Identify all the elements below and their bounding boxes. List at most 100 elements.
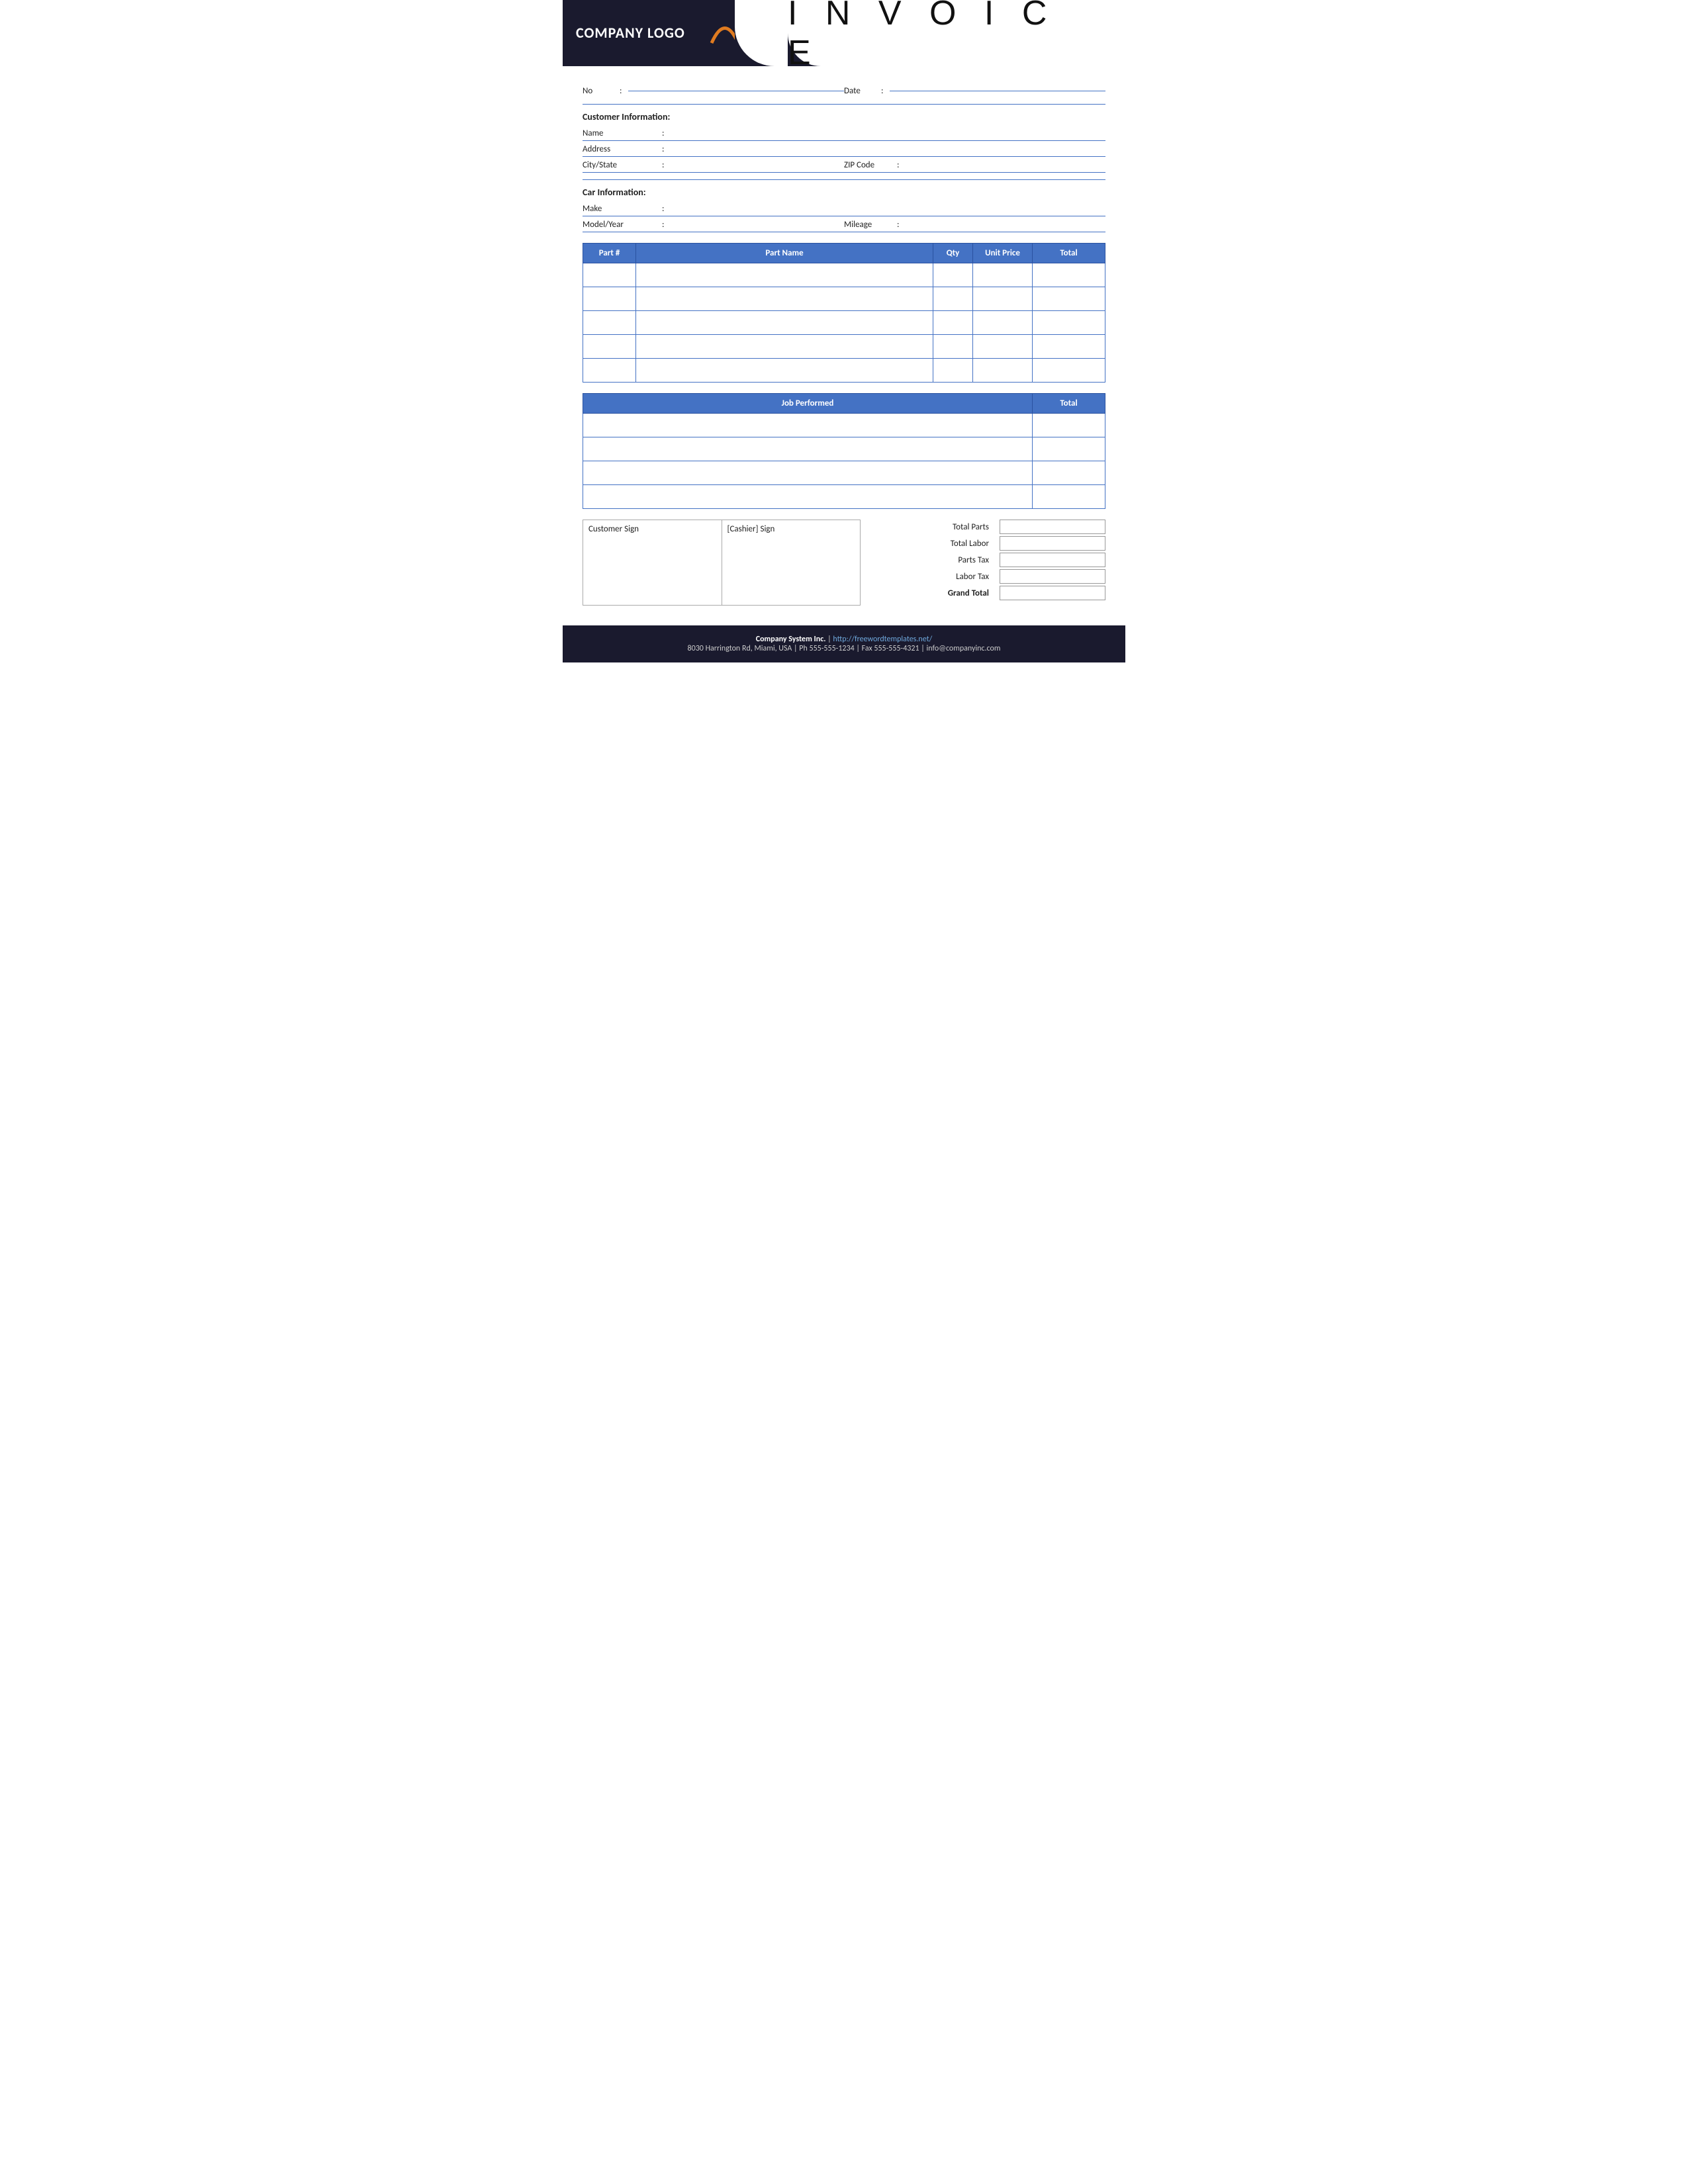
parts-row bbox=[583, 359, 1105, 383]
part-qty-cell bbox=[933, 287, 973, 311]
footer: Company System Inc. | http://freewordtem… bbox=[563, 625, 1125, 662]
make-label: Make bbox=[583, 204, 662, 214]
body: No : Date : Customer Information: Name :… bbox=[563, 66, 1125, 606]
job-row bbox=[583, 414, 1105, 437]
date-colon: : bbox=[881, 86, 883, 96]
car-model-mileage-row: Model/Year : Mileage : bbox=[583, 218, 1105, 232]
customer-section-title: Customer Information: bbox=[583, 111, 1105, 122]
labor-tax-row: Labor Tax bbox=[874, 569, 1105, 584]
invoice-title-section: I N V O I C E bbox=[788, 0, 1125, 66]
grand-total-value bbox=[1000, 586, 1105, 600]
parts-table: Part # Part Name Qty Unit Price Total bbox=[583, 243, 1105, 383]
meta-divider bbox=[583, 104, 1105, 105]
mileage-colon: : bbox=[897, 220, 899, 230]
invoice-title: I N V O I C E bbox=[788, 0, 1105, 73]
customer-city-zip-row: City/State : ZIP Code : bbox=[583, 158, 1105, 173]
parts-col-unit: Unit Price bbox=[973, 244, 1033, 263]
job-desc-cell bbox=[583, 485, 1033, 509]
total-labor-row: Total Labor bbox=[874, 536, 1105, 551]
invoice-meta-row: No : Date : bbox=[583, 86, 1105, 96]
zip-label: ZIP Code bbox=[844, 160, 897, 170]
part-name-cell bbox=[636, 359, 933, 383]
part-qty-cell bbox=[933, 311, 973, 335]
cashier-sign-box: [Cashier] Sign bbox=[722, 520, 861, 606]
model-half: Model/Year : bbox=[583, 220, 844, 230]
job-total-cell bbox=[1033, 485, 1105, 509]
part-num-cell bbox=[583, 311, 636, 335]
customer-name-row: Name : bbox=[583, 126, 1105, 141]
grand-total-label: Grand Total bbox=[874, 588, 994, 598]
footer-line1: Company System Inc. | http://freewordtem… bbox=[569, 635, 1119, 644]
customer-divider bbox=[583, 179, 1105, 180]
cashier-sign-label: [Cashier] Sign bbox=[727, 524, 775, 534]
part-unit-cell bbox=[973, 263, 1033, 287]
part-num-cell bbox=[583, 359, 636, 383]
city-label: City/State bbox=[583, 160, 662, 170]
job-total-cell bbox=[1033, 414, 1105, 437]
header-curve bbox=[735, 0, 788, 66]
part-name-cell bbox=[636, 287, 933, 311]
parts-col-name: Part Name bbox=[636, 244, 933, 263]
city-half: City/State : bbox=[583, 160, 844, 170]
no-label: No bbox=[583, 86, 616, 96]
date-label: Date bbox=[844, 86, 877, 96]
logo-text: COMPANY LOGO bbox=[576, 24, 685, 42]
zip-colon: : bbox=[897, 160, 899, 170]
part-name-cell bbox=[636, 311, 933, 335]
total-parts-row: Total Parts bbox=[874, 520, 1105, 534]
part-num-cell bbox=[583, 287, 636, 311]
job-table: Job Performed Total bbox=[583, 393, 1105, 509]
footer-line2: 8030 Harrington Rd, Miami, USA | Ph 555-… bbox=[569, 644, 1119, 653]
footer-website[interactable]: http://freewordtemplates.net/ bbox=[833, 635, 932, 644]
job-desc-cell bbox=[583, 437, 1033, 461]
car-section-title: Car Information: bbox=[583, 187, 1105, 198]
part-unit-cell bbox=[973, 287, 1033, 311]
city-colon: : bbox=[662, 160, 664, 170]
job-col-total: Total bbox=[1033, 394, 1105, 414]
part-num-cell bbox=[583, 263, 636, 287]
part-total-cell bbox=[1033, 359, 1105, 383]
parts-col-total: Total bbox=[1033, 244, 1105, 263]
part-name-cell bbox=[636, 335, 933, 359]
parts-row bbox=[583, 335, 1105, 359]
part-total-cell bbox=[1033, 335, 1105, 359]
job-total-cell bbox=[1033, 437, 1105, 461]
job-col-job: Job Performed bbox=[583, 394, 1033, 414]
totals-section: Total Parts Total Labor Parts Tax Labor … bbox=[874, 520, 1105, 602]
bottom-section: Customer Sign [Cashier] Sign Total Parts… bbox=[583, 520, 1105, 606]
invoice-no-field: No : bbox=[583, 86, 844, 96]
mileage-half: Mileage : bbox=[844, 220, 1105, 230]
invoice-date-field: Date : bbox=[844, 86, 1105, 96]
parts-tax-label: Parts Tax bbox=[874, 555, 994, 565]
parts-tax-value bbox=[1000, 553, 1105, 567]
parts-col-qty: Qty bbox=[933, 244, 973, 263]
zip-half: ZIP Code : bbox=[844, 160, 1105, 170]
part-total-cell bbox=[1033, 263, 1105, 287]
customer-address-row: Address : bbox=[583, 142, 1105, 157]
model-colon: : bbox=[662, 220, 664, 230]
part-total-cell bbox=[1033, 287, 1105, 311]
total-parts-label: Total Parts bbox=[874, 522, 994, 532]
part-qty-cell bbox=[933, 263, 973, 287]
no-colon: : bbox=[620, 86, 622, 96]
name-label: Name bbox=[583, 128, 662, 138]
name-colon: : bbox=[662, 128, 664, 138]
footer-company: Company System Inc. bbox=[756, 635, 826, 644]
header: COMPANY LOGO I N V O I C E bbox=[563, 0, 1125, 66]
address-label: Address bbox=[583, 144, 662, 154]
job-desc-cell bbox=[583, 414, 1033, 437]
make-colon: : bbox=[662, 204, 664, 214]
parts-row bbox=[583, 311, 1105, 335]
job-desc-cell bbox=[583, 461, 1033, 485]
part-num-cell bbox=[583, 335, 636, 359]
part-unit-cell bbox=[973, 311, 1033, 335]
customer-sign-label: Customer Sign bbox=[588, 524, 639, 534]
job-row bbox=[583, 485, 1105, 509]
car-make-row: Make : bbox=[583, 202, 1105, 216]
job-row bbox=[583, 461, 1105, 485]
part-total-cell bbox=[1033, 311, 1105, 335]
job-total-cell bbox=[1033, 461, 1105, 485]
mileage-label: Mileage bbox=[844, 220, 897, 230]
part-unit-cell bbox=[973, 335, 1033, 359]
parts-row bbox=[583, 287, 1105, 311]
